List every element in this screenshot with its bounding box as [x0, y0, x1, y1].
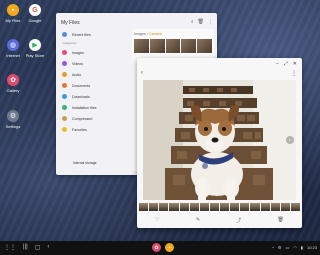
gallery-icon: ✿ — [7, 74, 19, 86]
back-icon[interactable]: ‹ — [47, 244, 49, 251]
sidebar-item-compressed[interactable]: Compressed — [59, 113, 131, 124]
home-icon[interactable]: ▢ — [35, 244, 41, 251]
my-files-sidebar: Recent files Categories Images Videos Au… — [59, 29, 131, 171]
document-icon — [62, 83, 67, 88]
filmstrip-thumbnail[interactable] — [189, 203, 199, 211]
search-icon[interactable]: ⌕ — [191, 19, 194, 25]
filmstrip-thumbnail[interactable] — [250, 203, 260, 211]
sidebar-item-images[interactable]: Images — [59, 47, 131, 58]
running-apps: ✿ ▪ — [152, 243, 174, 252]
heart-icon[interactable]: ♡ — [155, 217, 159, 223]
gallery-icon[interactable]: ✿ — [152, 243, 161, 252]
thumbnail[interactable] — [181, 39, 197, 53]
more-icon[interactable]: ⋮ — [291, 70, 297, 77]
settings-icon[interactable]: ⚙ — [278, 245, 282, 250]
desktop-icon-settings[interactable]: ⚙ Settings — [0, 110, 26, 129]
sidebar-item-documents[interactable]: Documents — [59, 80, 131, 91]
filmstrip-thumbnail[interactable] — [290, 203, 300, 211]
filmstrip-thumbnail[interactable] — [199, 203, 209, 211]
maximize-icon[interactable]: ⤢ — [284, 61, 288, 67]
filmstrip — [137, 202, 302, 212]
play-store-icon: ▶ — [29, 39, 41, 51]
filmstrip-thumbnail[interactable] — [159, 203, 169, 211]
window-controls: – ⤢ ✕ — [276, 61, 297, 67]
filmstrip-thumbnail[interactable] — [270, 203, 280, 211]
close-icon[interactable]: ✕ — [293, 61, 297, 67]
clock[interactable]: 10:23 — [307, 245, 317, 250]
sidebar-item-audio[interactable]: Audio — [59, 69, 131, 80]
dog-on-stairs-photo: › — [143, 80, 296, 200]
battery-icon: ▮ — [300, 245, 303, 250]
google-icon: G — [29, 4, 41, 16]
filmstrip-thumbnail[interactable] — [230, 203, 240, 211]
navigation-buttons: ⋮⋮ ||| ▢ ‹ — [4, 244, 49, 251]
internet-icon: ◍ — [7, 39, 19, 51]
wifi-icon: ◠ — [293, 245, 297, 250]
categories-heading: Categories — [62, 41, 77, 45]
breadcrumb-parent[interactable]: Images — [134, 32, 146, 36]
photo: › — [143, 80, 296, 200]
keyboard-icon[interactable]: ▭ — [286, 245, 290, 250]
status-tray: ◔ ⚙ ▭ ◠ ▮ 10:23 — [271, 245, 317, 250]
edit-icon[interactable]: ✎ — [196, 217, 200, 223]
sidebar-item-favorites[interactable]: Favorites — [59, 124, 131, 135]
thumbnail[interactable] — [149, 39, 165, 53]
thumbnail[interactable] — [165, 39, 181, 53]
thumbnail[interactable] — [197, 39, 212, 53]
clock-icon — [62, 32, 67, 37]
video-icon — [62, 61, 67, 66]
viewer-toolbar: ‹ ⋮ — [137, 68, 302, 78]
sidebar-item-recent[interactable]: Recent files — [59, 29, 131, 40]
desktop-icon-google[interactable]: G Google — [22, 4, 48, 23]
filmstrip-thumbnail[interactable] — [280, 203, 290, 211]
archive-icon — [62, 116, 67, 121]
window-title: My Files — [61, 20, 80, 26]
desktop-icon-play-store[interactable]: ▶ Play Store — [22, 39, 48, 58]
download-icon — [62, 94, 67, 99]
recents-icon[interactable]: ||| — [23, 244, 28, 251]
filmstrip-thumbnail[interactable] — [139, 203, 149, 211]
viewer-actions: ♡ ✎ ⤴ 🗑 — [137, 215, 302, 225]
folder-icon: ▪ — [7, 4, 19, 16]
sidebar-item-videos[interactable]: Videos — [59, 58, 131, 69]
gear-icon: ⚙ — [7, 110, 19, 122]
delete-icon[interactable]: 🗑 — [278, 217, 284, 223]
breadcrumb: Images › Camera — [134, 32, 162, 36]
breadcrumb-current: Camera — [149, 32, 162, 36]
svg-text:›: › — [289, 137, 291, 144]
share-icon[interactable]: ⤴ — [236, 217, 241, 224]
filmstrip-thumbnail[interactable] — [220, 203, 230, 211]
filmstrip-thumbnail[interactable] — [240, 203, 250, 211]
minimize-icon[interactable]: – — [276, 61, 279, 67]
notification-icon[interactable]: ◔ — [271, 245, 273, 250]
thumbnail[interactable] — [134, 39, 149, 53]
sidebar-item-internal-storage[interactable]: Internal storage — [59, 161, 129, 173]
filmstrip-thumbnail-selected[interactable] — [208, 202, 221, 212]
taskbar: ⋮⋮ ||| ▢ ‹ ✿ ▪ ◔ ⚙ ▭ ◠ ▮ 10:23 — [0, 241, 320, 255]
filmstrip-thumbnail[interactable] — [169, 203, 179, 211]
filmstrip-thumbnail[interactable] — [149, 203, 159, 211]
thumbnail-row — [134, 39, 212, 53]
more-icon[interactable]: ⋮ — [208, 19, 213, 25]
apps-grid-icon[interactable]: ⋮⋮ — [4, 244, 16, 251]
desktop-icon-gallery[interactable]: ✿ Gallery — [0, 74, 26, 93]
image-icon — [62, 50, 67, 55]
folder-icon[interactable]: ▪ — [165, 243, 174, 252]
apk-icon — [62, 105, 67, 110]
sidebar-item-installation-files[interactable]: Installation files — [59, 102, 131, 113]
gallery-viewer-window[interactable]: – ⤢ ✕ ‹ ⋮ › ♡ ✎ ⤴ 🗑 — [137, 58, 302, 228]
sidebar-item-downloads[interactable]: Downloads — [59, 91, 131, 102]
audio-icon — [62, 72, 67, 77]
window-controls: ⌕ 🗑 ⋮ — [191, 19, 213, 25]
back-arrow-icon[interactable]: ‹ — [141, 70, 143, 76]
star-icon — [62, 127, 67, 132]
delete-icon[interactable]: 🗑 — [198, 19, 204, 25]
filmstrip-thumbnail[interactable] — [179, 203, 189, 211]
filmstrip-thumbnail[interactable] — [260, 203, 270, 211]
